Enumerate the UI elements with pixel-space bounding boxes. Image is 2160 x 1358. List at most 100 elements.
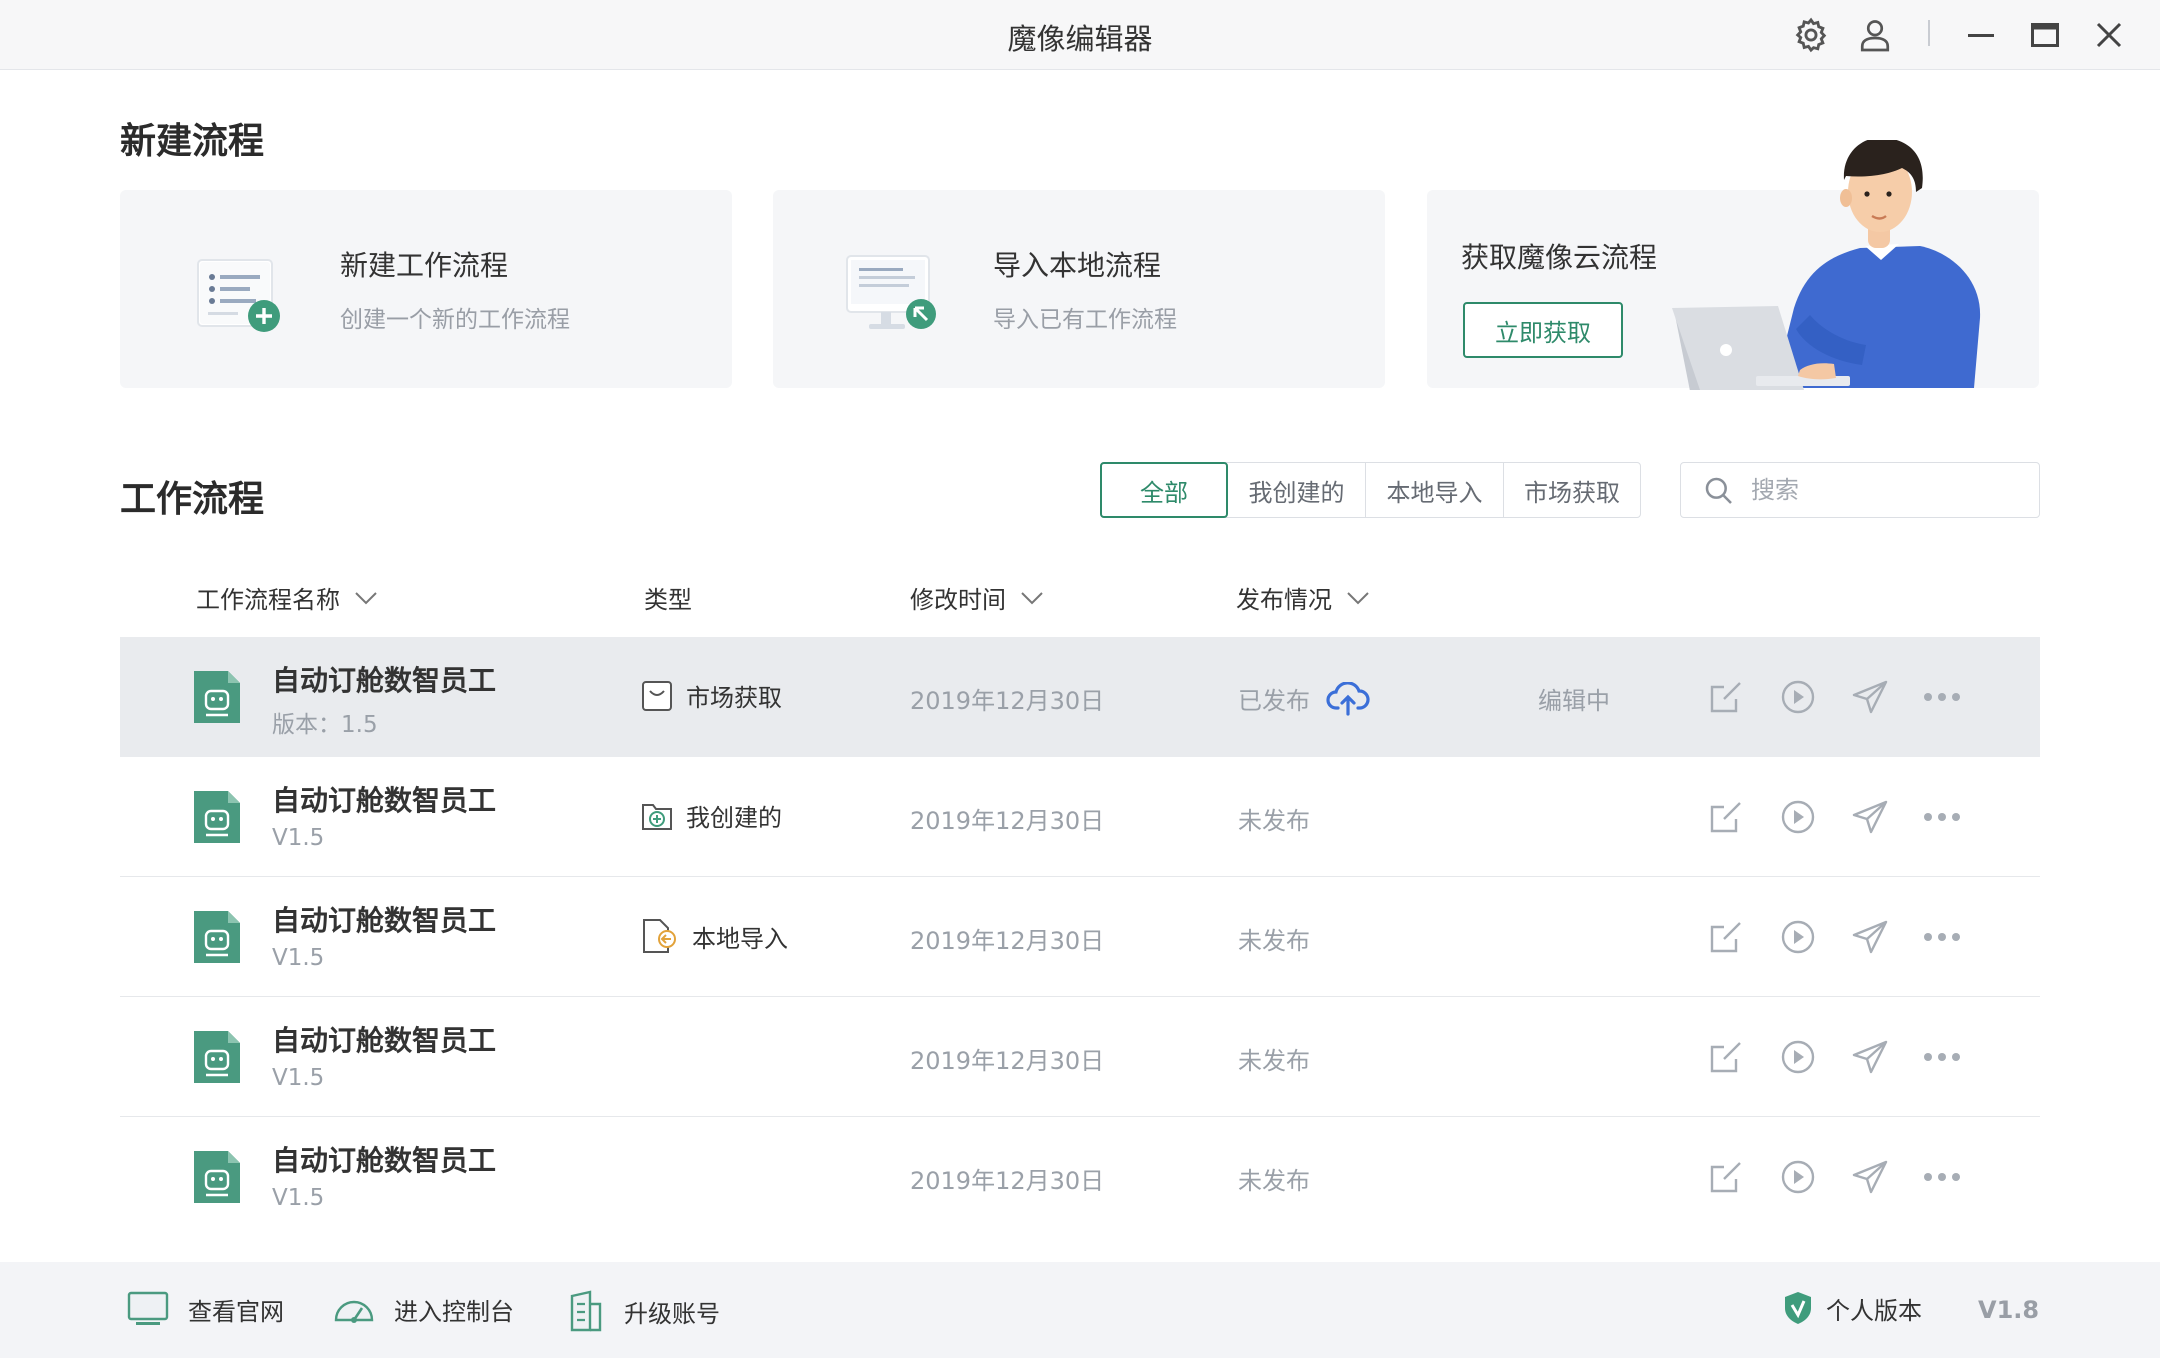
publish-button[interactable] [1848, 915, 1892, 959]
filter-market[interactable]: 市场获取 [1504, 463, 1640, 517]
more-icon [1924, 933, 1960, 941]
filter-all[interactable]: 全部 [1100, 462, 1228, 518]
table-row[interactable]: 自动订舱数智员工 V1.5 我创建的 2019年12月30日 未发布 [120, 757, 2040, 877]
publish-label: 已发布 [1238, 687, 1310, 715]
table-row[interactable]: 自动订舱数智员工 V1.5 2019年12月30日 未发布 [120, 1117, 2040, 1237]
maximize-button[interactable] [2024, 14, 2066, 56]
run-button[interactable] [1776, 675, 1820, 719]
upgrade-account-link[interactable]: 升级账号 [566, 1290, 720, 1332]
publish-button[interactable] [1848, 1155, 1892, 1199]
publish-button[interactable] [1848, 1035, 1892, 1079]
app-version: V1.8 [1978, 1296, 2040, 1324]
table-row[interactable]: 自动订舱数智员工 V1.5 本地导入 2019年12月30日 未发布 [120, 877, 2040, 997]
more-button[interactable] [1920, 1035, 1964, 1079]
col-modified-header[interactable]: 修改时间 [910, 580, 1044, 615]
publish-button[interactable] [1848, 795, 1892, 839]
col-publish-header[interactable]: 发布情况 [1236, 580, 1370, 615]
table-row[interactable]: 自动订舱数智员工 V1.5 2019年12月30日 未发布 [120, 997, 2040, 1117]
new-workflow-desc: 创建一个新的工作流程 [340, 307, 570, 333]
run-button[interactable] [1776, 915, 1820, 959]
run-button[interactable] [1776, 795, 1820, 839]
workflow-name[interactable]: 自动订舱数智员工 [272, 899, 496, 939]
footer: 查看官网 进入控制台 升级账号 个人版本 V1.8 [0, 1262, 2160, 1358]
col-name-header[interactable]: 工作流程名称 [196, 580, 378, 615]
title-separator [1928, 20, 1930, 46]
run-icon [1781, 920, 1815, 954]
import-local-card[interactable]: 导入本地流程 导入已有工作流程 [773, 190, 1385, 388]
market-bag-icon [642, 681, 672, 711]
new-flow-heading: 新建流程 [120, 121, 265, 162]
settings-button[interactable] [1790, 14, 1832, 56]
more-icon [1924, 813, 1960, 821]
send-icon [1852, 920, 1888, 954]
run-icon [1781, 800, 1815, 834]
send-icon [1852, 1160, 1888, 1194]
minimize-icon [1968, 34, 1994, 37]
monitor-icon [127, 1291, 169, 1325]
run-icon [1781, 680, 1815, 714]
filter-created[interactable]: 我创建的 [1228, 463, 1366, 517]
edition-label: 个人版本 [1826, 1296, 1922, 1325]
edit-icon [1710, 802, 1741, 833]
more-button[interactable] [1920, 915, 1964, 959]
edit-button[interactable] [1704, 1035, 1748, 1079]
table-row[interactable]: 自动订舱数智员工 版本：1.5 市场获取 2019年12月30日 已发布 编辑中 [120, 637, 2040, 757]
workflow-version: V1.5 [272, 1065, 324, 1091]
version-value: 1.5 [341, 712, 378, 738]
edit-button[interactable] [1704, 675, 1748, 719]
edit-button[interactable] [1704, 915, 1748, 959]
workflow-type: 市场获取 [640, 677, 782, 713]
publish-button[interactable] [1848, 675, 1892, 719]
new-workflow-icon [197, 259, 280, 332]
get-now-button[interactable]: 立即获取 [1463, 302, 1623, 358]
import-local-desc: 导入已有工作流程 [993, 307, 1177, 333]
more-icon [1924, 1173, 1960, 1181]
run-button[interactable] [1776, 1155, 1820, 1199]
modified-time: 2019年12月30日 [910, 687, 1105, 715]
publish-status: 未发布 [1238, 801, 1310, 836]
new-workflow-card[interactable]: 新建工作流程 创建一个新的工作流程 [120, 190, 732, 388]
import-local-icon [846, 255, 936, 329]
version-value: V1.5 [272, 1065, 325, 1091]
close-icon [2096, 22, 2122, 48]
col-type-header: 类型 [644, 580, 692, 615]
edit-button[interactable] [1704, 1155, 1748, 1199]
workflow-name[interactable]: 自动订舱数智员工 [272, 1019, 496, 1059]
edit-icon [1710, 922, 1741, 953]
workflow-name[interactable]: 自动订舱数智员工 [272, 779, 496, 819]
version-label: 版本： [272, 712, 341, 738]
close-button[interactable] [2088, 14, 2130, 56]
more-button[interactable] [1920, 675, 1964, 719]
cloud-flow-title: 获取魔像云流程 [1461, 241, 1658, 274]
more-button[interactable] [1920, 1155, 1964, 1199]
console-label: 进入控制台 [394, 1297, 514, 1326]
more-button[interactable] [1920, 795, 1964, 839]
edit-button[interactable] [1704, 795, 1748, 839]
send-icon [1852, 680, 1888, 714]
workflow-heading: 工作流程 [120, 479, 265, 520]
visit-website-link[interactable]: 查看官网 [126, 1290, 284, 1328]
version-value: V1.5 [272, 945, 325, 971]
verified-shield-icon [1785, 1292, 1811, 1324]
chevron-down-icon [355, 591, 377, 604]
publish-label: 未发布 [1238, 807, 1310, 835]
filter-local-import[interactable]: 本地导入 [1366, 463, 1504, 517]
workflow-type: 我创建的 [640, 797, 782, 833]
import-local-title: 导入本地流程 [993, 249, 1162, 282]
filter-tabs: 全部 我创建的 本地导入 市场获取 [1100, 462, 1641, 518]
minimize-button[interactable] [1960, 14, 2002, 56]
run-button[interactable] [1776, 1035, 1820, 1079]
workflow-name[interactable]: 自动订舱数智员工 [272, 1139, 496, 1179]
user-button[interactable] [1854, 14, 1896, 56]
publish-label: 未发布 [1238, 927, 1310, 955]
search-input[interactable] [1751, 471, 2021, 509]
workflow-doc-icon [194, 1031, 240, 1083]
type-label: 市场获取 [686, 683, 782, 712]
dashboard-icon [334, 1300, 374, 1323]
workflow-version: V1.5 [272, 1185, 324, 1211]
cloud-upload-icon [1326, 681, 1370, 716]
workflow-name[interactable]: 自动订舱数智员工 [272, 659, 496, 699]
workflow-version: V1.5 [272, 825, 324, 851]
console-link[interactable]: 进入控制台 [332, 1290, 514, 1328]
version-value: V1.5 [272, 825, 325, 851]
